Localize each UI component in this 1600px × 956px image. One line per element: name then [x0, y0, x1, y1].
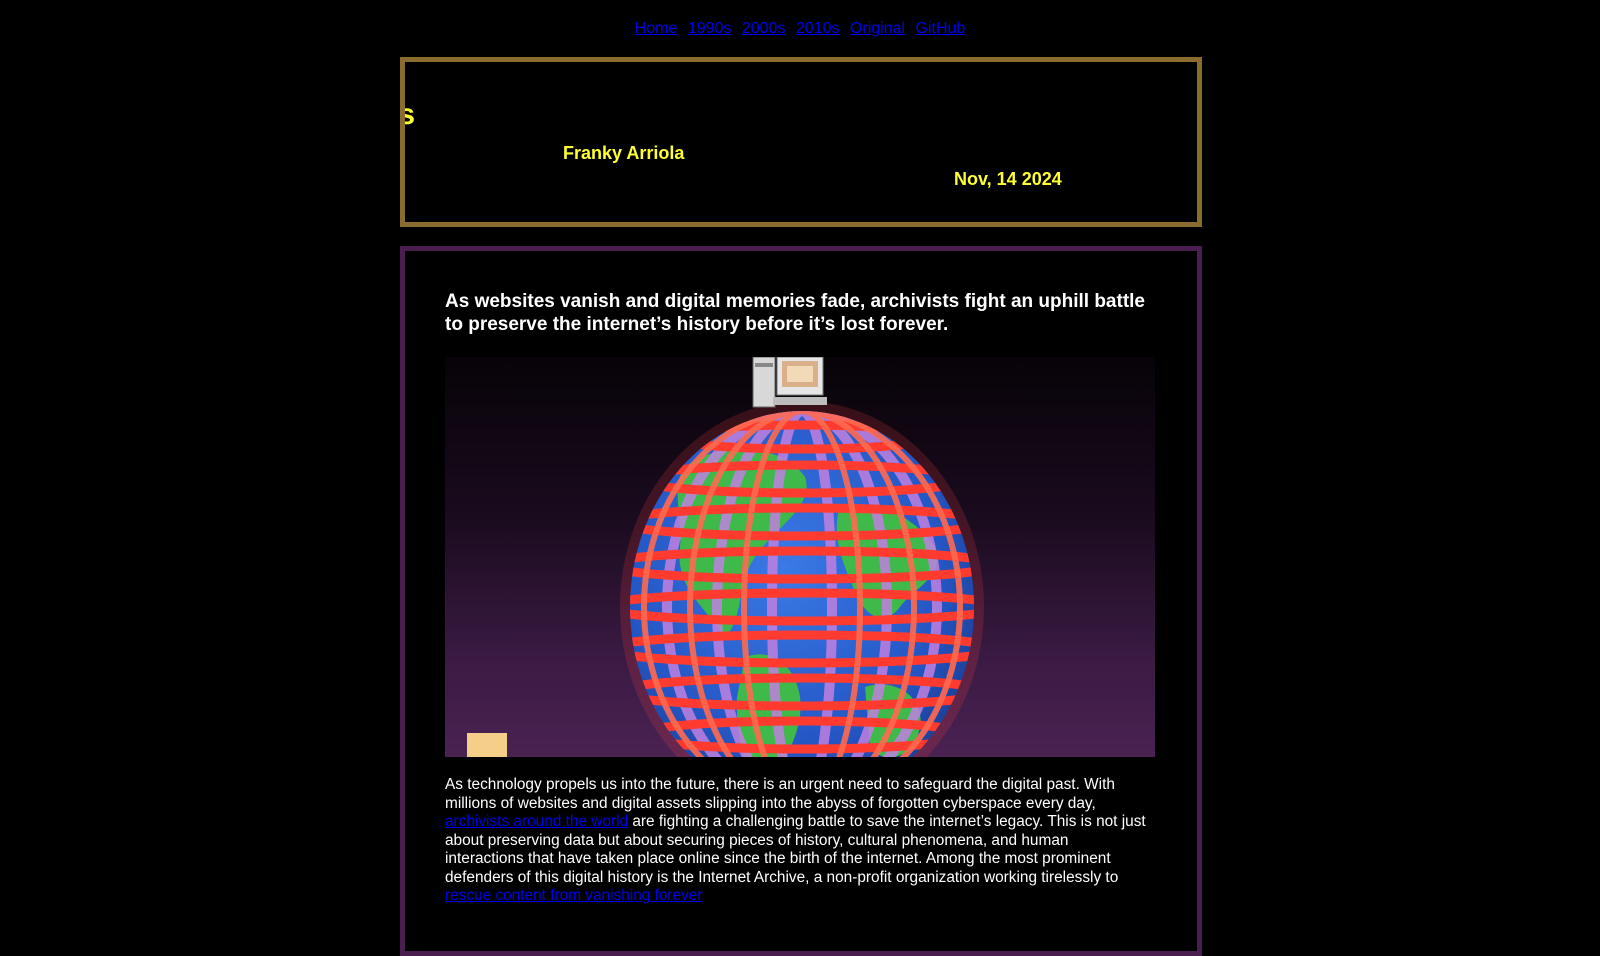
- nav-link-original[interactable]: Original: [850, 20, 905, 37]
- article-content: As websites vanish and digital memories …: [400, 246, 1202, 956]
- nav-link-github[interactable]: GitHub: [916, 20, 966, 37]
- scrolling-title: pears: [400, 98, 416, 132]
- hero-image: [445, 357, 1155, 757]
- nav-link-1990s[interactable]: 1990s: [688, 20, 732, 37]
- nav-link-home[interactable]: Home: [635, 20, 678, 37]
- article-subtitle: As websites vanish and digital memories …: [445, 291, 1146, 335]
- scrolling-title-text: pears: [400, 98, 416, 131]
- computer-icon: [752, 357, 827, 408]
- globe-with-computer-image: [467, 357, 984, 757]
- article-paragraph: As technology propels us into the future…: [445, 776, 1151, 906]
- nav-link-2000s[interactable]: 2000s: [742, 20, 786, 37]
- nav-link-2010s[interactable]: 2010s: [796, 20, 840, 37]
- article-header: pears Franky Arriola Nov, 14 2024: [400, 57, 1202, 227]
- top-nav: Home 1990s 2000s 2010s Original GitHub: [0, 19, 1600, 39]
- archivists-link[interactable]: archivists around the world: [445, 813, 628, 830]
- publish-date: Nov, 14 2024: [954, 169, 1062, 189]
- author-name: Franky Arriola: [563, 143, 685, 163]
- rescue-content-link[interactable]: rescue content from vanishing forever: [445, 887, 703, 904]
- paragraph-text-1: As technology propels us into the future…: [445, 776, 1115, 812]
